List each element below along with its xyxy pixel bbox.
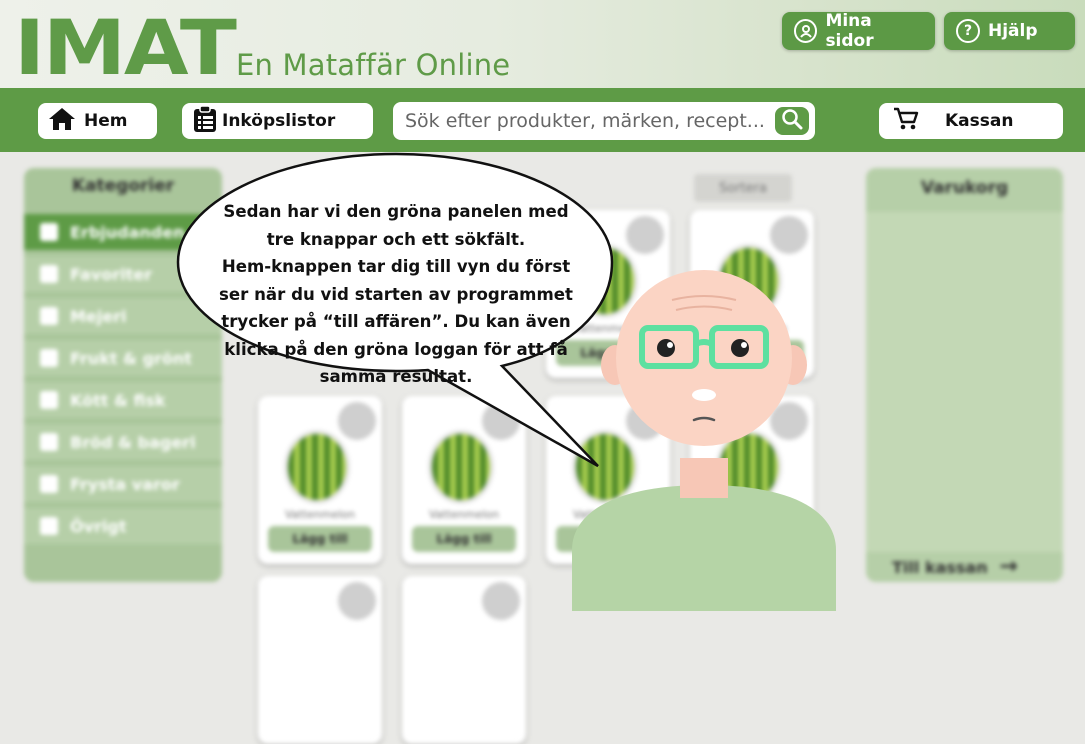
checkbox-icon[interactable] (40, 223, 58, 241)
header: IMAT En Mataffär Online Mina sidor ? Hjä… (0, 0, 1085, 88)
clipboard-list-icon (192, 104, 218, 138)
tagline: En Mataffär Online (236, 48, 511, 82)
imat-logo[interactable]: IMAT (14, 8, 237, 88)
home-label: Hem (84, 111, 128, 131)
home-icon (48, 107, 76, 136)
checkbox-icon[interactable] (40, 433, 58, 451)
cart-title: Varukorg (920, 178, 1009, 198)
checkbox-icon[interactable] (40, 265, 58, 283)
to-checkout-label: Till kassan (892, 558, 988, 577)
help-button[interactable]: ? Hjälp (944, 12, 1075, 50)
bubble-line: ser när du vid starten av programmet (219, 284, 573, 304)
category-label: Kött & fisk (70, 390, 166, 410)
shopping-lists-button[interactable]: Inköpslistor (182, 103, 373, 139)
checkout-label: Kassan (945, 111, 1014, 131)
checkbox-icon[interactable] (40, 391, 58, 409)
category-label: Frysta varor (70, 474, 180, 494)
search-placeholder: Sök efter produkter, märken, recept... (405, 110, 765, 132)
shopping-lists-label: Inköpslistor (222, 111, 336, 131)
guide-character (572, 270, 836, 611)
product-card[interactable] (402, 576, 526, 744)
bubble-line: tre knappar och ett sökfält. (266, 229, 526, 249)
bubble-line: trycker på “till affären”. Du kan även (221, 312, 571, 331)
search-button[interactable] (775, 107, 809, 135)
cart-contents (866, 212, 1063, 552)
my-pages-button[interactable]: Mina sidor (782, 11, 935, 51)
category-label: Erbjudanden (70, 222, 185, 242)
user-icon (794, 19, 818, 43)
bubble-line: samma resultat. (319, 367, 473, 386)
offer-badge (626, 216, 664, 254)
add-to-cart-button[interactable]: Lägg till (268, 526, 372, 552)
cart-icon (893, 107, 919, 136)
help-label: Hjälp (988, 21, 1038, 41)
category-item-other[interactable]: Övrigt (24, 508, 222, 544)
checkout-button[interactable]: Kassan (879, 103, 1063, 139)
sort-label: Sortera (719, 180, 767, 196)
search-icon (781, 108, 803, 135)
offer-badge (338, 582, 376, 620)
add-to-cart-button[interactable]: Lägg till (412, 526, 516, 552)
offer-badge (770, 216, 808, 254)
add-label: Lägg till (292, 532, 348, 546)
category-label: Mejeri (70, 306, 127, 326)
checkbox-icon[interactable] (40, 517, 58, 535)
bubble-line: Sedan har vi den gröna panelen med (223, 202, 569, 221)
product-name: Vattenmelon (428, 508, 500, 521)
cart-panel: Varukorg Till kassan → (866, 168, 1063, 582)
checkbox-icon[interactable] (40, 307, 58, 325)
category-label: Favoriter (70, 264, 152, 284)
bubble-line: Hem-knappen tar dig till vyn du först (221, 257, 571, 276)
product-card[interactable] (258, 576, 382, 744)
arrow-right-icon: → (999, 554, 1018, 579)
bubble-line: klicka på den gröna loggan för att få (224, 339, 568, 359)
checkbox-icon[interactable] (40, 349, 58, 367)
category-label: Frukt & grönt (70, 348, 192, 368)
help-icon: ? (956, 19, 980, 43)
add-label: Lägg till (436, 532, 492, 546)
checkbox-icon[interactable] (40, 475, 58, 493)
category-label: Övrigt (70, 516, 127, 536)
offer-badge (482, 582, 520, 620)
to-checkout-button[interactable]: Till kassan → (892, 554, 1018, 579)
search-field[interactable]: Sök efter produkter, märken, recept... (393, 102, 815, 140)
sort-button[interactable]: Sortera (694, 174, 792, 202)
speech-bubble-text: Sedan har vi den gröna panelen med tre k… (206, 198, 586, 391)
product-name: Vattenmelon (284, 508, 356, 521)
home-button[interactable]: Hem (38, 103, 157, 139)
navbar: Hem Inköpslistor Sök efter produkter, mä… (0, 88, 1085, 152)
my-pages-label: Mina sidor (825, 11, 874, 51)
